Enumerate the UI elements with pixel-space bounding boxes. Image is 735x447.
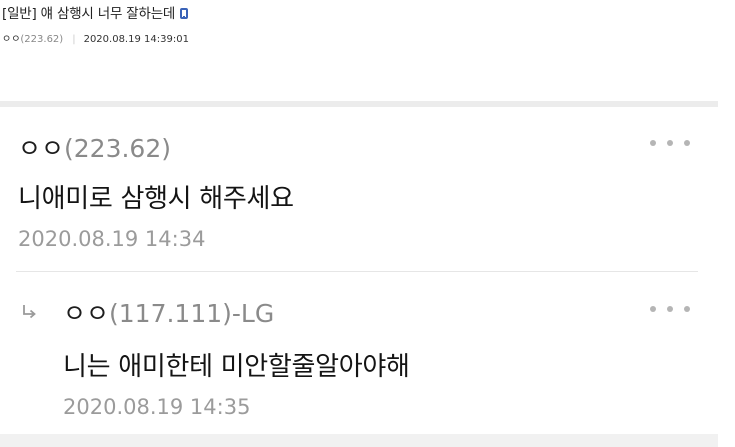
reply-author-ip: (117.111)-LG bbox=[109, 299, 275, 328]
comment-text: 니애미로 삼행시 해주세요 bbox=[18, 184, 294, 214]
comment-author-nick[interactable]: ㅇㅇ bbox=[18, 134, 64, 163]
reply-arrow-icon bbox=[23, 305, 36, 319]
comment-list: ㅇㅇ(223.62) 니애미로 삼행시 해주세요 2020.08.19 14:3… bbox=[0, 107, 718, 447]
comment-author-ip: (223.62) bbox=[64, 134, 171, 163]
page-edge bbox=[718, 58, 735, 447]
reply-text: 니는 애미한테 미안할줄알아야해 bbox=[63, 352, 410, 382]
post-title[interactable]: [일반] 얘 삼행시 너무 잘하는데 bbox=[2, 2, 189, 22]
reply-item: ㅇㅇ(117.111)-LG 니는 애미한테 미안할줄알아야해 2020.08.… bbox=[0, 273, 718, 447]
comment-item: ㅇㅇ(223.62) 니애미로 삼행시 해주세요 2020.08.19 14:3… bbox=[0, 107, 718, 272]
reply-author-nick[interactable]: ㅇㅇ bbox=[63, 299, 109, 328]
comment-divider bbox=[16, 271, 698, 272]
more-dots-icon[interactable] bbox=[650, 136, 690, 150]
bottom-divider bbox=[0, 434, 718, 447]
post-datetime: 2020.08.19 14:39:01 bbox=[83, 34, 189, 45]
reply-author[interactable]: ㅇㅇ(117.111)-LG bbox=[63, 294, 274, 330]
post-title-text[interactable]: [일반] 얘 삼행시 너무 잘하는데 bbox=[2, 6, 175, 22]
post-author-ip: (223.62) bbox=[20, 34, 64, 45]
mobile-phone-icon bbox=[180, 8, 189, 19]
post-header: [일반] 얘 삼행시 너무 잘하는데 ㅇㅇ(223.62) | 2020.08.19… bbox=[0, 0, 735, 58]
comment-time: 2020.08.19 14:34 bbox=[18, 227, 206, 251]
meta-separator: | bbox=[72, 34, 76, 45]
post-meta: ㅇㅇ(223.62) | 2020.08.19 14:39:01 bbox=[2, 30, 189, 45]
comment-author[interactable]: ㅇㅇ(223.62) bbox=[18, 129, 171, 165]
more-dots-icon[interactable] bbox=[650, 302, 690, 316]
reply-time: 2020.08.19 14:35 bbox=[63, 395, 251, 419]
post-author-nick[interactable]: ㅇㅇ bbox=[2, 34, 20, 45]
